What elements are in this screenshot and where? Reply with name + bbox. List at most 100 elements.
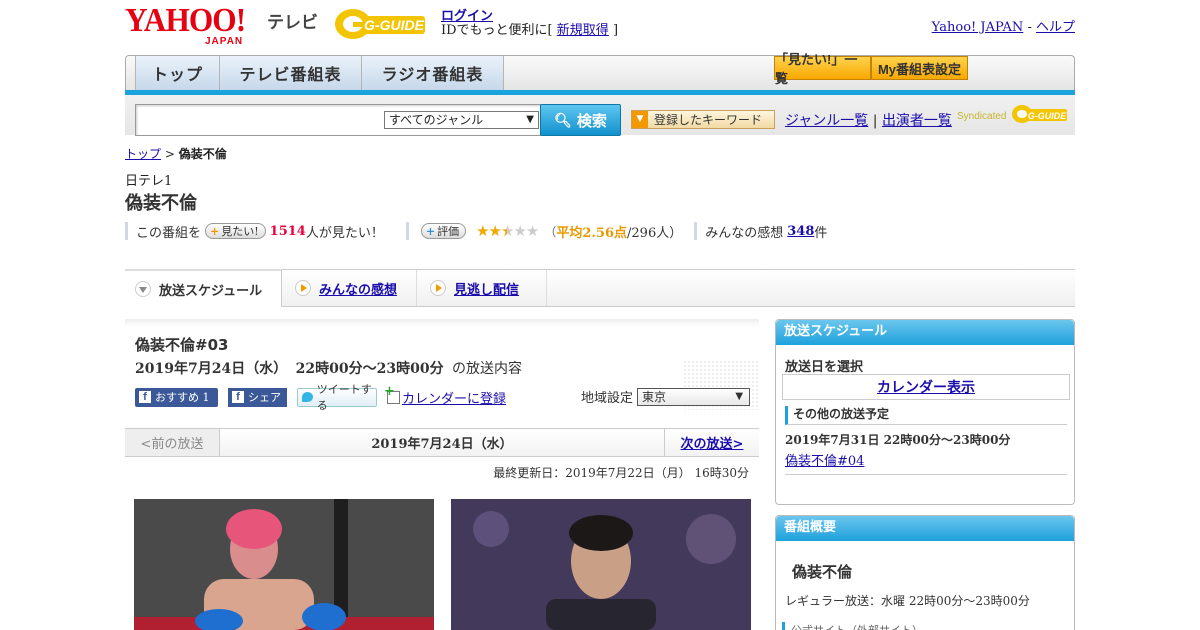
yahoo-japan-link[interactable]: Yahoo! JAPAN [932,20,1024,35]
impressions-label: みんなの感想 [705,225,784,241]
my-schedule-button[interactable]: My番組表設定 [871,56,968,80]
main-nav: トップ テレビ番組表 ラジオ番組表 「見たい!」一覧 My番組表設定 [125,52,1075,91]
want-list-button[interactable]: 「見たい!」一覧 [774,52,871,86]
calendar-register-link[interactable]: カレンダーに登録 [402,388,506,407]
avg-open-paren: （ [544,224,557,239]
search-button-label: 検索 [576,112,607,130]
regular-broadcast: レギュラー放送：水曜 22時00分～23時00分 [785,594,1030,608]
avg-count: /296人） [627,225,683,241]
plus-icon: + [210,224,220,238]
register-link[interactable]: 新規取得 [557,23,609,38]
triangle-down-icon: ▼ [632,111,648,128]
calendar-add-icon [384,384,400,404]
stat-separator [125,222,128,240]
genre-select[interactable]: すべてのジャンル ▼ [384,111,539,129]
date-navigation: <前の放送 2019年7月24日（水） 次の放送> [125,428,759,457]
search-button[interactable]: 🔍︎ 検索 [540,104,621,136]
help-link[interactable]: ヘルプ [1036,20,1075,35]
calendar-register[interactable]: カレンダーに登録 [384,384,506,407]
chevron-down-icon: ▼ [735,390,744,402]
registered-keyword-button[interactable]: ▼ 登録したキーワード [631,110,775,129]
current-broadcast-date: 2019年7月24日（水） [371,437,513,452]
calendar-display-link[interactable]: カレンダー表示 [782,374,1070,400]
nav-tab-radio-schedule[interactable]: ラジオ番組表 [362,56,504,90]
registered-keyword-label: 登録したキーワード [654,113,763,127]
play-arrow-icon [430,280,446,296]
yahoo-japan-logo[interactable]: YAHOO! JAPAN [125,4,265,48]
rate-button[interactable]: + 評価 [420,223,467,239]
japan-logo-text: JAPAN [205,36,244,47]
twitter-bird-icon [302,392,313,402]
episode-title: 偽装不倫#03 [135,336,229,354]
other-broadcast-link[interactable]: 偽装不倫#04 [785,450,864,469]
tv-logo-text: テレビ [267,13,318,32]
tab-schedule[interactable]: 放送スケジュール [125,269,282,307]
nav-tab-tv-schedule[interactable]: テレビ番組表 [220,56,362,90]
region-select[interactable]: 東京 ▼ [637,387,751,406]
next-broadcast-link[interactable]: 次の放送> [664,429,759,456]
social-buttons: f おすすめ 1 f シェア ツイートする カレンダーに登録 [135,383,506,412]
want-suffix: 人が見たい！ [305,225,384,241]
breadcrumb-top-link[interactable]: トップ [125,147,161,161]
facebook-icon: f [139,391,151,403]
star-full-icon: ★ [488,222,502,240]
channel-name: 日テレ1 [125,174,173,189]
plus-icon: + [425,224,436,238]
impressions-count-link[interactable]: 348 [787,224,814,239]
facebook-share-button[interactable]: f シェア [228,387,287,407]
tab-impressions[interactable]: みんなの感想 [282,270,417,306]
rating-stars: ★★★★★ [476,222,539,240]
avg-score: 平均2.56点 [556,225,628,241]
want-count: 1514 [269,223,306,239]
gguide-logo[interactable]: G-GUIDE [333,6,433,42]
genre-links: ジャンル一覧 | 出演者一覧 [785,110,952,130]
program-stats: この番組を + 見たい! 1514 人が見たい！ + 評価 ★★★★★ （ 平均… [125,221,827,241]
episode-photo-2 [451,499,751,630]
episode-suffix: の放送内容 [452,361,523,377]
search-icon: 🔍︎ [554,111,572,128]
cast-list-link[interactable]: 出演者一覧 [882,113,952,129]
page-title: 偽装不倫 [125,193,197,214]
gguide-small-label: G-GUIDE [1028,111,1067,121]
genre-links-pipe: | [872,113,878,129]
star-empty-icon: ★ [525,222,539,240]
play-arrow-icon [295,280,311,296]
sidebar-overview-header: 番組概要 [776,516,1074,541]
sidebar-schedule: 放送スケジュール 放送日を選択 カレンダー表示 その他の放送予定 2019年7月… [775,319,1075,505]
want-prefix: この番組を [136,225,202,241]
syndicated-gguide-logo: Syndicated G-GUIDE [957,102,1069,126]
tab-missed-label: 見逃し配信 [454,282,520,298]
sidebar-schedule-header: 放送スケジュール [776,320,1074,345]
region-setting: 地域設定 東京 ▼ [581,387,751,406]
gguide-logo-icon: G-GUIDE [335,9,425,39]
episode-datetime: 2019年7月24日（水） 22時00分～23時00分 の放送内容 [135,358,522,378]
gguide-logo-label: G-GUIDE [364,17,425,33]
stat-separator [405,222,409,240]
want-button-label: 見たい! [221,225,259,238]
select-date-label: 放送日を選択 [785,360,864,375]
other-broadcasts-label: その他の放送予定 [785,406,1067,425]
tweet-button[interactable]: ツイートする [297,383,377,412]
divider [785,474,1067,475]
breadcrumb-sep: > [164,147,175,161]
region-select-value: 東京 [642,389,667,404]
tab-missed[interactable]: 見逃し配信 [417,270,547,306]
want-button[interactable]: + 見たい! [205,223,266,239]
login-subtext: IDでもっと便利に[ 新規取得 ] [441,19,618,38]
top-links-dash: - [1027,20,1032,35]
region-label: 地域設定 [581,391,634,406]
facebook-like-button[interactable]: f おすすめ 1 [135,387,218,407]
official-site-label: 公式サイト（外部サイト） [782,622,982,630]
facebook-like-label: おすすめ 1 [155,391,210,404]
genre-list-link[interactable]: ジャンル一覧 [785,113,868,129]
nav-tab-top[interactable]: トップ [135,56,220,90]
episode-photo-2-illustration [451,499,751,630]
rate-button-label: 評価 [437,225,460,238]
facebook-icon: f [232,391,244,403]
episode-date: 2019年7月24日（水） [135,361,288,377]
login-sub-prefix: IDでもっと便利に[ [441,23,553,38]
prev-broadcast: <前の放送 [125,429,220,456]
star-empty-icon: ★ [513,222,526,240]
episode-photo-1 [134,499,434,630]
login-sub-suffix: ] [612,23,619,38]
